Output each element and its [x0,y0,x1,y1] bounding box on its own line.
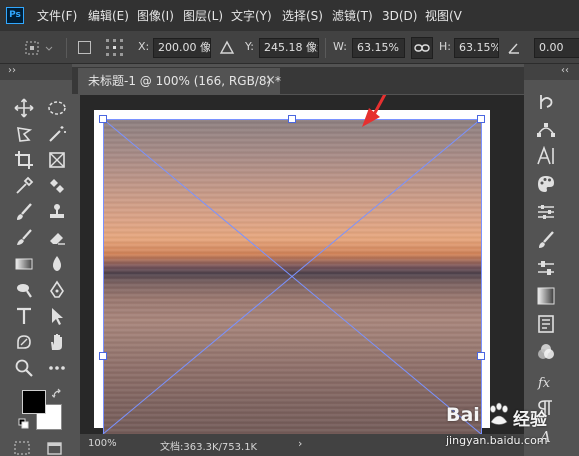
path-select-icon[interactable] [45,304,69,328]
menu-edit[interactable]: 编辑(E) [88,8,129,24]
libraries-icon[interactable] [534,312,558,336]
status-menu-button[interactable]: › [298,437,302,450]
marquee-icon[interactable] [45,96,69,120]
shape-icon[interactable] [12,330,36,354]
watermark-brand: Bai [446,404,480,426]
channels-icon[interactable] [534,340,558,364]
swap-colors-icon[interactable] [52,388,64,400]
menu-view[interactable]: 视图(V [425,8,462,24]
character-icon[interactable] [534,144,558,168]
brushes-icon[interactable] [534,228,558,252]
svg-text:fx: fx [537,376,551,391]
frame-icon[interactable] [45,148,69,172]
angle-icon[interactable] [506,40,522,56]
adjustments-icon[interactable] [534,200,558,224]
brush-icon[interactable] [12,200,36,224]
menu-image[interactable]: 图像(I) [137,8,174,24]
move-icon[interactable] [12,96,36,120]
swatches-icon[interactable] [534,172,558,196]
menu-type[interactable]: 文字(Y) [231,8,272,24]
foreground-color-swatch[interactable] [22,390,46,414]
menu-bar: Ps 文件(F) 编辑(E) 图像(I) 图层(L) 文字(Y) 选择(S) 滤… [0,0,579,31]
hand-icon[interactable] [45,330,69,354]
quick-mask-icon[interactable] [14,440,32,456]
right-panel-header [524,64,579,80]
free-transform-box[interactable] [80,95,524,434]
properties-icon[interactable] [534,256,558,280]
photoshop-window: { "app": {"logo": "Ps"}, "menu": [ {"lab… [0,0,579,456]
pen-icon[interactable] [45,278,69,302]
gradients-icon[interactable] [534,284,558,308]
collapse-right-button[interactable]: ‹‹ [561,64,569,78]
document-size: 文档:363.3K/753.1K [160,442,258,453]
paw-icon [490,402,508,425]
x-position-field[interactable]: 200.00 像素 [153,38,211,58]
more-icon[interactable] [45,356,69,380]
magic-wand-icon[interactable] [45,122,69,146]
document-tab[interactable]: 未标题-1 @ 100% (166, RGB/8) * [78,68,281,94]
separator [325,38,326,58]
angle-field[interactable]: 0.00 [534,38,579,58]
baidu-watermark: Bai 经验 jingyan.baidu.com [440,398,575,456]
width-field[interactable]: 63.15% [352,38,405,58]
dodge-icon[interactable] [12,278,36,302]
x-label: X: [138,40,150,53]
history-icon[interactable] [534,90,558,114]
healing-icon[interactable] [45,174,69,198]
crop-icon[interactable] [12,148,36,172]
type-icon[interactable] [12,304,36,328]
transform-handle[interactable] [477,352,485,360]
blur-icon[interactable] [45,252,69,276]
separator [66,38,67,58]
reference-point-grid-icon[interactable] [104,37,126,59]
zoom-icon[interactable] [12,356,36,380]
photoshop-logo[interactable]: Ps [6,7,24,24]
menu-filter[interactable]: 滤镜(T) [332,8,373,24]
checkbox-icon[interactable] [77,40,93,56]
transform-handle[interactable] [99,115,107,123]
default-colors-icon[interactable] [18,418,30,430]
link-icon[interactable] [411,37,433,59]
collapse-left-button[interactable]: ›› [8,64,16,78]
delta-icon[interactable] [219,40,235,56]
menu-layer[interactable]: 图层(L) [183,8,223,24]
lasso-icon[interactable] [12,122,36,146]
paths-icon[interactable] [534,117,558,141]
zoom-level[interactable]: 100% [88,438,117,449]
gradient-icon[interactable] [12,252,36,276]
watermark-brand-cn: 经验 [513,410,547,430]
h-label: H: [439,40,451,53]
stamp-icon[interactable] [45,200,69,224]
menu-file[interactable]: 文件(F) [37,8,77,24]
fx-icon[interactable]: fx [534,370,558,394]
y-position-field[interactable]: 245.18 像素 [259,38,319,58]
eyedropper-icon[interactable] [12,174,36,198]
close-tab-button[interactable]: × [265,68,276,94]
y-label: Y: [245,40,254,53]
screen-mode-icon[interactable] [46,440,64,456]
eraser-icon[interactable] [45,226,69,250]
transform-handle[interactable] [99,352,107,360]
history-brush-icon[interactable] [12,226,36,250]
watermark-url: jingyan.baidu.com [446,434,548,447]
height-field[interactable]: 63.15% [454,38,499,58]
transform-handle[interactable] [288,115,296,123]
reference-point-dropdown[interactable] [24,38,58,58]
w-label: W: [333,40,347,53]
transform-handle[interactable] [477,115,485,123]
canvas-workspace[interactable] [80,95,524,434]
menu-select[interactable]: 选择(S) [282,8,323,24]
menu-3d[interactable]: 3D(D) [382,8,417,24]
